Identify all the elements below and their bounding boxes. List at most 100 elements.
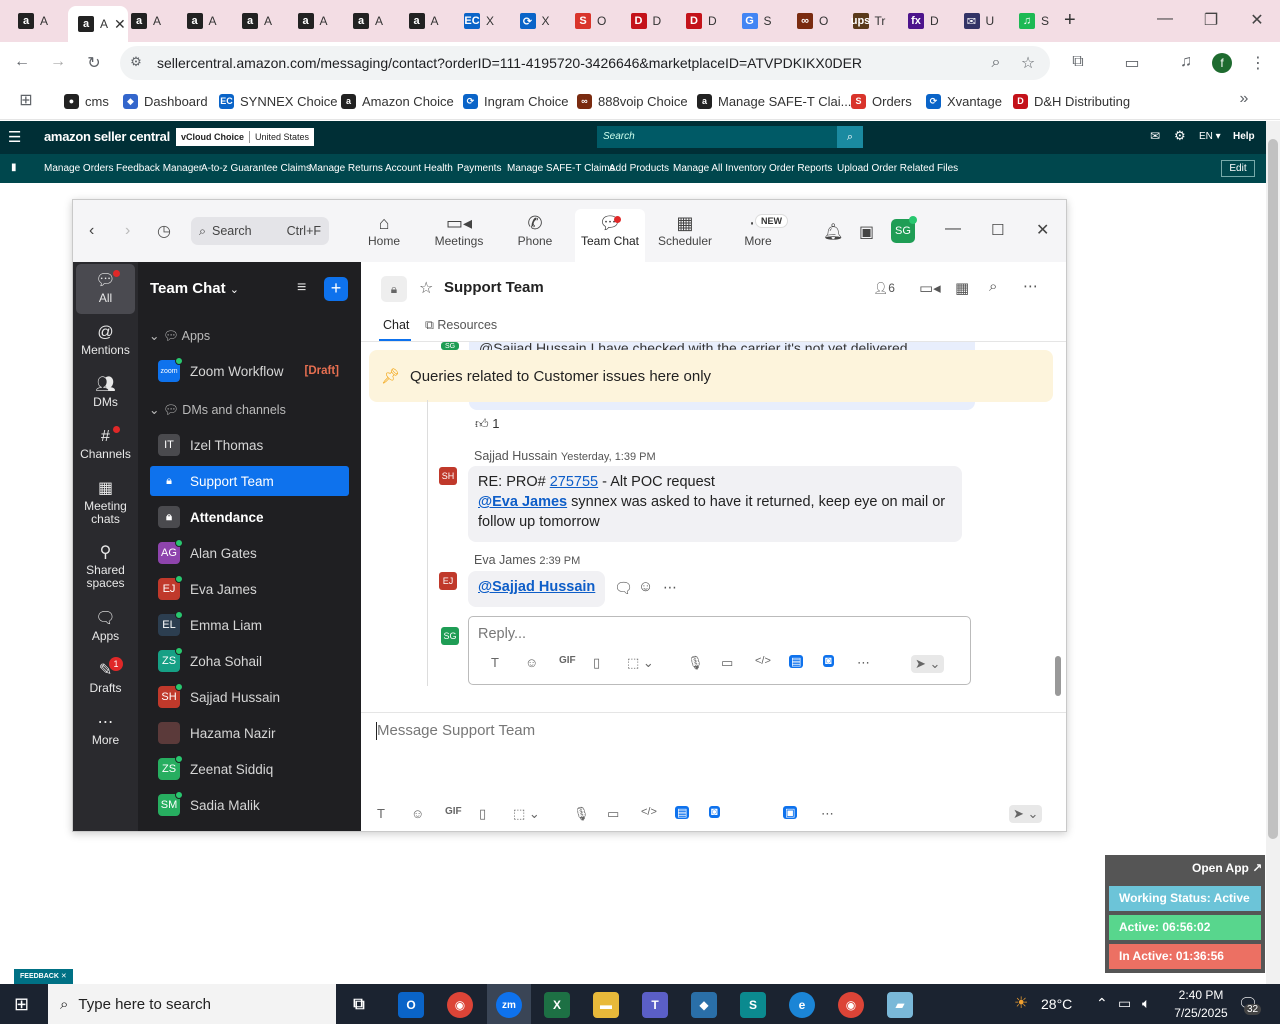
feedback-tab[interactable]: FEEDBACK ✕	[14, 969, 73, 984]
volume-icon[interactable]: 🔈︎	[1142, 995, 1150, 1012]
app-blue-1-icon[interactable]: ▤	[789, 655, 804, 668]
gif-icon[interactable]: GIF	[445, 806, 462, 817]
channel-item[interactable]: ZS Zoha Sohail	[150, 646, 349, 676]
weather-temp[interactable]: 28°C	[1041, 996, 1072, 1012]
task-view-icon[interactable]: ⧉	[346, 992, 372, 1018]
message-bubble[interactable]: @Sajjad Hussain	[468, 571, 606, 607]
browser-tab[interactable]: fx D	[898, 8, 950, 34]
app-diamond-icon[interactable]: ◆	[691, 992, 717, 1018]
zoom-icon[interactable]: zm	[496, 992, 522, 1018]
tab-chat[interactable]: Chat	[383, 318, 409, 332]
sc-nav-link[interactable]: A-to-z Guarantee Claims	[201, 163, 311, 174]
video-message-icon[interactable]: ▭	[721, 655, 733, 671]
channel-item[interactable]: SH Sajjad Hussain	[150, 682, 349, 712]
channel-item[interactable]: EL Emma Liam	[150, 610, 349, 640]
pinned-banner[interactable]: 📌︎ Queries related to Customer issues he…	[369, 350, 1053, 402]
video-message-icon[interactable]: ▭	[607, 806, 619, 822]
whiteboard-icon[interactable]: ▣	[859, 222, 874, 242]
site-info-icon[interactable]: ⚙	[124, 54, 148, 70]
screenshot-icon[interactable]: ⬚ ⌄	[627, 655, 654, 671]
profile-avatar[interactable]: f	[1212, 53, 1232, 73]
nav-home[interactable]: ⌂ Home	[349, 212, 419, 248]
tray-chevron-icon[interactable]: ⌃	[1096, 995, 1108, 1012]
browser-tab[interactable]: ⟳ X	[510, 8, 562, 34]
mail-icon[interactable]: ✉	[1150, 129, 1160, 143]
app-item[interactable]: zoom Zoom Workflow [Draft]	[150, 356, 349, 386]
channel-search-icon[interactable]: ⌕	[989, 278, 997, 295]
app-blue-3-icon[interactable]: ▣	[783, 806, 798, 819]
more-tools-icon[interactable]: ⋯	[821, 806, 834, 822]
channel-item[interactable]: AG Alan Gates	[150, 538, 349, 568]
channel-more-icon[interactable]: ⋯	[1023, 277, 1038, 295]
browser-tab[interactable]: aA	[8, 8, 60, 34]
message-bubble[interactable]: RE: PRO# 275755 - Alt POC request @Eva J…	[468, 466, 962, 542]
bookmark-item[interactable]: ∞ 888voip Choice	[577, 92, 688, 110]
sc-nav-link[interactable]: Manage All Inventory	[673, 163, 766, 174]
zoom-maximize-icon[interactable]: ☐	[991, 221, 1004, 239]
zoom-back-icon[interactable]: ‹	[89, 222, 94, 240]
browser-tab[interactable]: aA	[232, 8, 284, 34]
bookmark-item[interactable]: ● cms	[64, 92, 109, 110]
language-selector[interactable]: EN ▾	[1199, 131, 1221, 142]
browser-tab[interactable]: ♫ S	[1009, 8, 1061, 34]
browser-tab[interactable]: aA	[288, 8, 340, 34]
sc-nav-link[interactable]: Payments	[457, 163, 501, 174]
open-app-button[interactable]: Open App ↗	[1192, 861, 1262, 875]
rail-drafts[interactable]: ✎ Drafts	[73, 660, 138, 695]
edit-nav-button[interactable]: Edit	[1221, 160, 1255, 177]
calendar-icon[interactable]: ▦	[955, 279, 969, 297]
teams-icon[interactable]: T	[642, 992, 668, 1018]
seller-central-logo[interactable]: amazon seller central	[44, 129, 170, 144]
clock-time[interactable]: 2:40 PM	[1173, 988, 1229, 1002]
reload-icon[interactable]: ↻	[82, 53, 106, 73]
restore-icon[interactable]: ❐	[1196, 10, 1226, 30]
chat-scrollbar[interactable]	[1055, 656, 1061, 696]
browser-tab[interactable]: DD	[676, 8, 728, 34]
excel-icon[interactable]: X	[544, 992, 570, 1018]
reply-thread-icon[interactable]: 🗨︎	[614, 579, 633, 597]
compose-input[interactable]: Message Support Team	[377, 722, 535, 739]
reaction-thumbs-up[interactable]: 👍︎ 1	[475, 416, 499, 432]
channel-item[interactable]: SM Sadia Malik	[150, 790, 349, 820]
zoom-close-icon[interactable]: ✕	[1036, 220, 1049, 240]
notification-bell-icon[interactable]: 🔔︎	[823, 222, 843, 242]
audio-icon[interactable]: 🎙︎	[687, 655, 704, 671]
file-icon[interactable]: ▯	[593, 655, 600, 671]
close-window-icon[interactable]: ✕	[1242, 10, 1272, 30]
sc-nav-link[interactable]: Manage Orders	[44, 163, 113, 174]
chrome-profile-icon[interactable]: ◉	[838, 992, 864, 1018]
channel-item[interactable]: EJ Eva James	[150, 574, 349, 604]
nav-meetings[interactable]: ▭◂ Meetings	[424, 212, 494, 248]
channel-item[interactable]: IT Izel Thomas	[150, 430, 349, 460]
minimize-icon[interactable]: —	[1150, 10, 1180, 28]
channel-item[interactable]: Hazama Nazir	[150, 718, 349, 748]
rail-dms[interactable]: 👥︎ DMs	[73, 374, 138, 409]
zoom-forward-icon[interactable]: ›	[125, 222, 130, 240]
reply-input[interactable]: Reply...	[478, 626, 526, 642]
sc-nav-link[interactable]: Add Products	[609, 163, 669, 174]
bookmark-item[interactable]: S Orders	[851, 92, 912, 110]
mention-sajjad[interactable]: @Sajjad Hussain	[478, 579, 595, 595]
channel-item[interactable]: ZS Zeenat Siddiq	[150, 754, 349, 784]
clock-date[interactable]: 7/25/2025	[1166, 1006, 1236, 1020]
edge-icon[interactable]: e	[789, 992, 815, 1018]
more-bookmarks-icon[interactable]: »	[1232, 90, 1256, 108]
sc-nav-link[interactable]: Manage Returns	[309, 163, 383, 174]
sc-nav-link[interactable]: Order Reports	[769, 163, 832, 174]
channel-item[interactable]: 🔒︎ Support Team	[150, 466, 349, 496]
reply-box[interactable]	[468, 616, 971, 685]
new-chat-button[interactable]: +	[324, 277, 348, 301]
mention-eva[interactable]: @Eva James	[478, 494, 567, 510]
back-icon[interactable]: ←	[10, 53, 34, 71]
video-call-icon[interactable]: ▭◂	[919, 279, 941, 297]
emoji-icon[interactable]: ☺	[411, 806, 424, 821]
sc-nav-link[interactable]: Upload Order Related Files	[837, 163, 958, 174]
emoji-icon[interactable]: ☺	[525, 655, 538, 670]
page-scrollbar[interactable]	[1266, 121, 1280, 984]
app-s-icon[interactable]: S	[740, 992, 766, 1018]
browser-tab[interactable]: aA	[121, 8, 173, 34]
screenshot-icon[interactable]: ⬚ ⌄	[513, 806, 540, 822]
code-snippet-icon[interactable]: </>	[755, 655, 771, 667]
compose-send-icon[interactable]: ➤ ⌄	[1009, 805, 1043, 823]
rail-apps[interactable]: 🗨︎ Apps	[73, 608, 138, 643]
